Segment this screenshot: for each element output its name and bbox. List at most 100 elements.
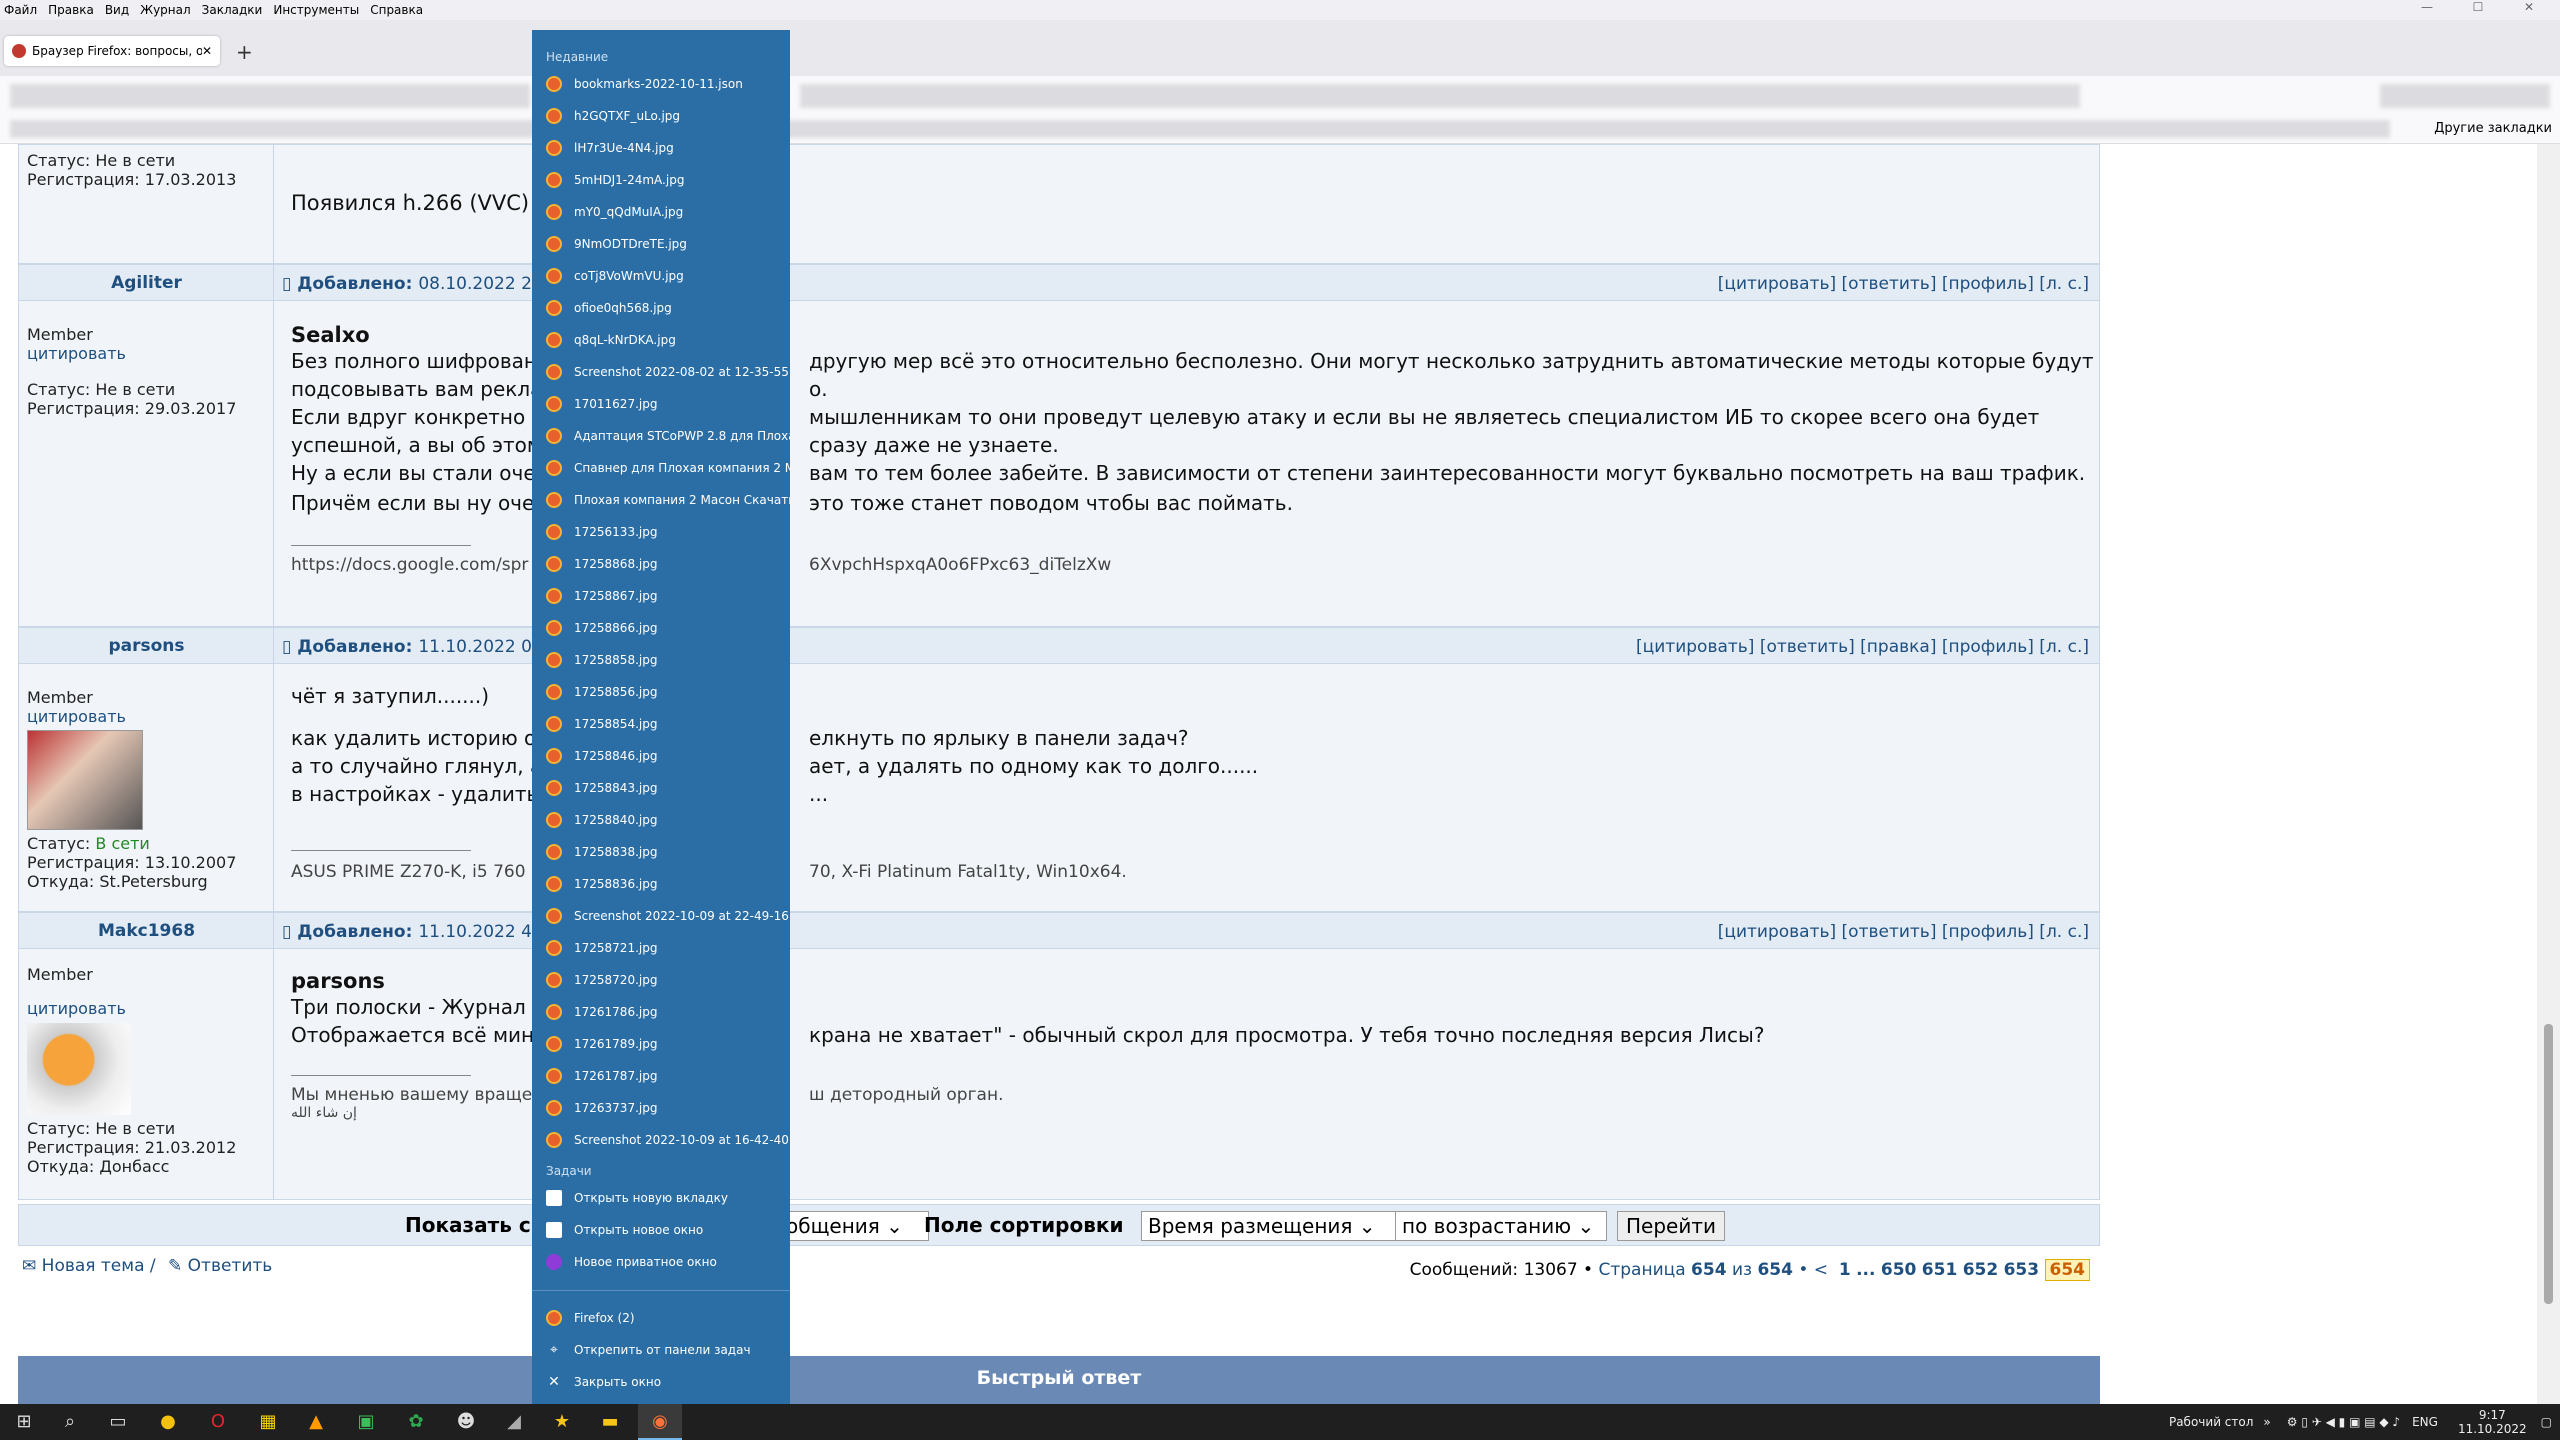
close-window-item[interactable]: ✕ Закрыть окно bbox=[532, 1366, 790, 1398]
aimp-icon[interactable]: ▲ bbox=[304, 1410, 328, 1434]
minimize-button[interactable]: — bbox=[2407, 0, 2447, 14]
unpin-item[interactable]: ⌖ Открепить от панели задач bbox=[532, 1334, 790, 1366]
tab-close-icon[interactable]: ✕ bbox=[202, 44, 212, 58]
jump-list-recent-item[interactable]: 17258721.jpg bbox=[532, 932, 790, 964]
file-explorer-icon[interactable]: ▬ bbox=[598, 1410, 622, 1434]
new-tab-button[interactable]: + bbox=[236, 40, 253, 64]
jump-list-recent-item[interactable]: Screenshot 2022-10-09 at 22-49-16 17... bbox=[532, 900, 790, 932]
jump-list-recent-item[interactable]: 17258854.jpg bbox=[532, 708, 790, 740]
post-actions[interactable]: [цитировать] [ответить] [правка] [профил… bbox=[1636, 637, 2089, 657]
jump-list-recent-item[interactable]: 17258843.jpg bbox=[532, 772, 790, 804]
torrent-icon[interactable]: ✿ bbox=[404, 1410, 428, 1434]
prev-page-link[interactable]: • < bbox=[1798, 1260, 1828, 1280]
jump-list-recent-item[interactable]: q8qL-kNrDKA.jpg bbox=[532, 324, 790, 356]
author-name[interactable]: parsons bbox=[19, 636, 274, 656]
windows-start-icon[interactable]: ⊞ bbox=[12, 1410, 36, 1434]
jump-list-recent-item[interactable]: 17258866.jpg bbox=[532, 612, 790, 644]
new-window-task[interactable]: Открыть новое окно bbox=[532, 1214, 790, 1246]
tray-chevron-icon[interactable]: » bbox=[2263, 1415, 2270, 1429]
scrollbar-thumb[interactable] bbox=[2544, 1024, 2553, 1304]
url-bar-blurred[interactable] bbox=[800, 84, 2080, 108]
chrome-icon[interactable]: ● bbox=[156, 1410, 180, 1434]
menu-tools[interactable]: Инструменты bbox=[273, 3, 359, 17]
search-icon[interactable]: ⌕ bbox=[58, 1410, 82, 1434]
private-window-task[interactable]: Новое приватное окно bbox=[532, 1246, 790, 1278]
opera-icon[interactable]: O bbox=[206, 1410, 230, 1434]
sort-order-select[interactable]: по возрастанию ⌄ bbox=[1395, 1211, 1607, 1241]
quote-link[interactable]: цитировать bbox=[27, 999, 126, 1018]
star-icon[interactable]: ★ bbox=[550, 1410, 574, 1434]
app-icon[interactable]: ▣ bbox=[354, 1410, 378, 1434]
desktop-toolbar[interactable]: Рабочий стол bbox=[2169, 1415, 2253, 1429]
jump-list-recent-item[interactable]: 17258720.jpg bbox=[532, 964, 790, 996]
jump-list-recent-item[interactable]: 17258867.jpg bbox=[532, 580, 790, 612]
quick-reply-bar[interactable]: Быстрый ответ bbox=[18, 1356, 2100, 1404]
author-name[interactable]: Makc1968 bbox=[19, 921, 274, 941]
menu-view[interactable]: Вид bbox=[105, 3, 129, 17]
scrollbar[interactable] bbox=[2537, 144, 2560, 1404]
jump-list-recent-item[interactable]: 17258858.jpg bbox=[532, 644, 790, 676]
jump-list-recent-item[interactable]: 17258838.jpg bbox=[532, 836, 790, 868]
firefox-icon[interactable]: ◉ bbox=[648, 1410, 672, 1434]
jump-list-recent-item[interactable]: h2GQTXF_uLo.jpg bbox=[532, 100, 790, 132]
reply-link[interactable]: ✎ Ответить bbox=[168, 1256, 272, 1276]
clock[interactable]: 9:17 11.10.2022 bbox=[2458, 1408, 2527, 1436]
jump-list-recent-item[interactable]: 17261787.jpg bbox=[532, 1060, 790, 1092]
maximize-button[interactable]: ☐ bbox=[2458, 0, 2498, 14]
jump-list-recent-item[interactable]: Спавнер для Плохая компания 2 Ма... bbox=[532, 452, 790, 484]
jump-list-recent-item[interactable]: 17258846.jpg bbox=[532, 740, 790, 772]
sort-field-select[interactable]: Время размещения ⌄ bbox=[1141, 1211, 1403, 1241]
new-topic-link[interactable]: ✉ Новая тема / bbox=[22, 1256, 156, 1276]
page-link[interactable]: 1 bbox=[1839, 1260, 1851, 1280]
post-actions[interactable]: [цитировать] [ответить] [профиль] [л. с.… bbox=[1718, 922, 2089, 942]
jump-list-recent-item[interactable]: Адаптация STCoPWP 2.8 для Плохая... bbox=[532, 420, 790, 452]
other-bookmarks[interactable]: Другие закладки bbox=[2434, 121, 2552, 136]
jump-list-recent-item[interactable]: 17258836.jpg bbox=[532, 868, 790, 900]
quote-link[interactable]: цитировать bbox=[27, 344, 126, 363]
menu-file[interactable]: Файл bbox=[4, 3, 37, 17]
page-link[interactable]: 652 bbox=[1963, 1260, 1999, 1280]
game-icon[interactable]: ☻ bbox=[454, 1410, 478, 1434]
close-window-button[interactable]: ✕ bbox=[2509, 0, 2549, 14]
jump-list-app-item[interactable]: Firefox (2) bbox=[532, 1302, 790, 1334]
page-link[interactable]: 653 bbox=[2004, 1260, 2040, 1280]
jump-list-recent-item[interactable]: Screenshot 2022-10-09 at 16-42-40 a... bbox=[532, 1124, 790, 1156]
messages-select[interactable]: общения ⌄ bbox=[779, 1211, 929, 1241]
signature-link[interactable]: https://docs.google.com/spr bbox=[291, 555, 528, 575]
tray-icons[interactable]: ⚙ ▯ ✈ ◀ ▮ ▣ ▤ ◆ ♪ bbox=[2287, 1415, 2400, 1429]
menu-help[interactable]: Справка bbox=[370, 3, 423, 17]
jump-list-recent-item[interactable]: 17256133.jpg bbox=[532, 516, 790, 548]
notifications-icon[interactable]: ▢ bbox=[2541, 1415, 2552, 1429]
jump-list-recent-item[interactable]: 17261786.jpg bbox=[532, 996, 790, 1028]
jump-list-recent-item[interactable]: 9NmODTDreTE.jpg bbox=[532, 228, 790, 260]
new-tab-task[interactable]: Открыть новую вкладку bbox=[532, 1182, 790, 1214]
jump-list-recent-item[interactable]: 17261789.jpg bbox=[532, 1028, 790, 1060]
notes-icon[interactable]: ▦ bbox=[256, 1410, 280, 1434]
jump-list-recent-item[interactable]: ofioe0qh568.jpg bbox=[532, 292, 790, 324]
go-button[interactable]: Перейти bbox=[1617, 1211, 1725, 1241]
page-link[interactable]: 650 bbox=[1881, 1260, 1917, 1280]
menu-bookmarks[interactable]: Закладки bbox=[202, 3, 263, 17]
jump-list-recent-item[interactable]: lH7r3Ue-4N4.jpg bbox=[532, 132, 790, 164]
author-name[interactable]: Agiliter bbox=[19, 273, 274, 293]
menu-edit[interactable]: Правка bbox=[48, 3, 94, 17]
tool-icon[interactable]: ◢ bbox=[502, 1410, 526, 1434]
task-view-icon[interactable]: ▭ bbox=[106, 1410, 130, 1434]
jump-list-recent-item[interactable]: 17011627.jpg bbox=[532, 388, 790, 420]
jump-list-recent-item[interactable]: mY0_qQdMuIA.jpg bbox=[532, 196, 790, 228]
jump-list-recent-item[interactable]: 5mHDJ1-24mA.jpg bbox=[532, 164, 790, 196]
jump-list-recent-item[interactable]: coTj8VoWmVU.jpg bbox=[532, 260, 790, 292]
jump-list-recent-item[interactable]: 17258840.jpg bbox=[532, 804, 790, 836]
menu-history[interactable]: Журнал bbox=[140, 3, 191, 17]
post-actions[interactable]: [цитировать] [ответить] [профиль] [л. с.… bbox=[1718, 274, 2089, 294]
quote-link[interactable]: цитировать bbox=[27, 707, 126, 726]
language-indicator[interactable]: ENG bbox=[2412, 1415, 2438, 1429]
jump-list-recent-item[interactable]: 17258868.jpg bbox=[532, 548, 790, 580]
jump-list-recent-item[interactable]: 17263737.jpg bbox=[532, 1092, 790, 1124]
jump-list-recent-item[interactable]: 17258856.jpg bbox=[532, 676, 790, 708]
browser-tab[interactable]: Браузер Firefox: вопросы, отв ✕ bbox=[4, 36, 220, 66]
page-link[interactable]: 651 bbox=[1922, 1260, 1958, 1280]
jump-list-recent-item[interactable]: Screenshot 2022-08-02 at 12-35-55 S)... bbox=[532, 356, 790, 388]
jump-list-recent-item[interactable]: bookmarks-2022-10-11.json bbox=[532, 68, 790, 100]
jump-list-recent-item[interactable]: Плохая компания 2 Масон Скачать м... bbox=[532, 484, 790, 516]
